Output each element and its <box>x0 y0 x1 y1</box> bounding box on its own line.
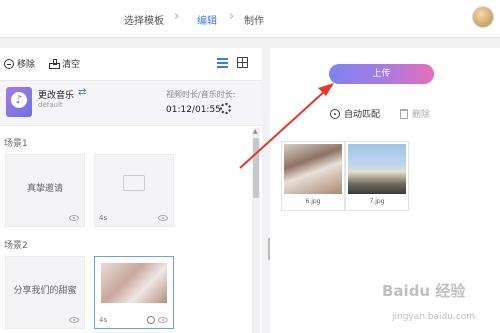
watermark-url: jingyan.baidu.com <box>392 312 476 322</box>
watermark-logo: Baidu 经验 <box>382 282 466 300</box>
annotation-arrow-line <box>239 89 327 169</box>
